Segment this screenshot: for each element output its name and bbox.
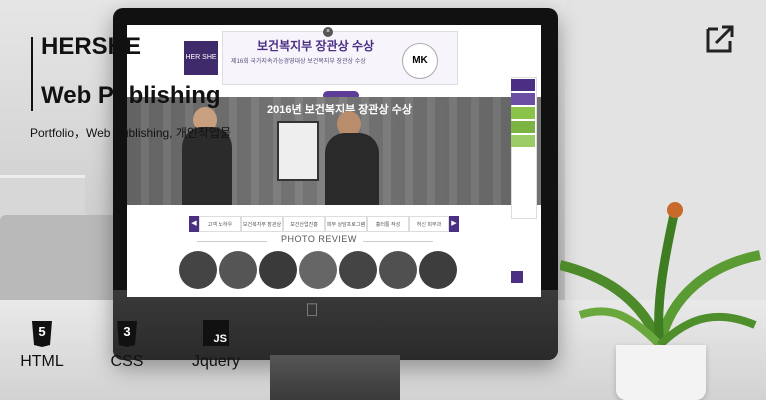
tab-item[interactable]: 보건산업진흥 [283,216,325,232]
quick-menu-item[interactable] [511,107,535,119]
scroll-top-button[interactable] [511,271,523,283]
tab-bar: ◀ 고객 노하우 보건복지부 장관상 보건산업진흥 피부 상담프로그램 흉터통 … [189,216,459,232]
external-link-icon[interactable] [704,23,736,55]
js-icon: JS [203,320,229,346]
quick-menu-item[interactable] [511,93,535,105]
divider [197,241,267,242]
review-photo[interactable] [299,251,337,289]
tab-item[interactable]: 허신 피부과 [409,216,449,232]
tech-html: 5 HTML [20,320,64,370]
review-photo[interactable] [339,251,377,289]
tech-css: 3 CSS [111,320,143,370]
html5-icon-glyph: 5 [38,324,46,339]
plant [560,202,761,348]
tab-item[interactable]: 피부 상담프로그램 [325,216,367,232]
js-icon-glyph: JS [213,333,227,345]
review-photo[interactable] [419,251,457,289]
project-description: Portfolio，Web Publishing, 개인작업물 [30,126,232,140]
tab-item[interactable]: 흉터통 작성 [367,216,409,232]
tech-jquery: JS Jquery [192,320,240,370]
apple-logo-icon:  [303,300,321,320]
quick-menu-item[interactable] [511,135,535,147]
css3-icon-glyph: 3 [123,324,131,339]
quick-menu-item[interactable] [511,121,535,133]
review-photo[interactable] [219,251,257,289]
person-body [325,133,379,205]
review-photo[interactable] [179,251,217,289]
review-photo[interactable] [259,251,297,289]
tab-item[interactable]: 고객 노하우 [199,216,241,232]
popup-close-button[interactable]: × [323,27,333,37]
popup-title: 보건복지부 장관상 수상 [257,39,375,53]
popup-subtitle: 제16회 국가지속가능경영대상 보건복지부 장관상 수상 [231,59,366,65]
tab-item[interactable]: 보건복지부 장관상 [241,216,283,232]
award-plaque [277,121,319,181]
photo-review-heading: PHOTO REVIEW [281,234,357,244]
site-logo[interactable]: HER SHE [184,41,218,75]
tab-next-arrow-icon[interactable]: ▶ [449,216,459,232]
plant-pot [616,345,706,400]
monitor-stand [270,355,400,400]
monitor-chin [113,290,558,360]
website-screenshot[interactable]: HER SHE 보건복지부 장관상 수상 제16회 국가지속가능경영대상 보건복… [127,25,541,297]
tab-prev-arrow-icon[interactable]: ◀ [189,216,199,232]
divider [363,241,433,242]
title-accent-line [31,37,33,111]
tech-label: HTML [20,353,64,370]
quick-menu-item[interactable] [511,79,535,91]
tech-label: CSS [110,353,144,370]
mk-badge: MK [402,43,438,79]
review-photo[interactable] [379,251,417,289]
project-subtitle-title: Web Publishing [41,82,221,109]
project-title: HERSHE [41,33,142,60]
tech-label: Jquery [191,353,241,370]
